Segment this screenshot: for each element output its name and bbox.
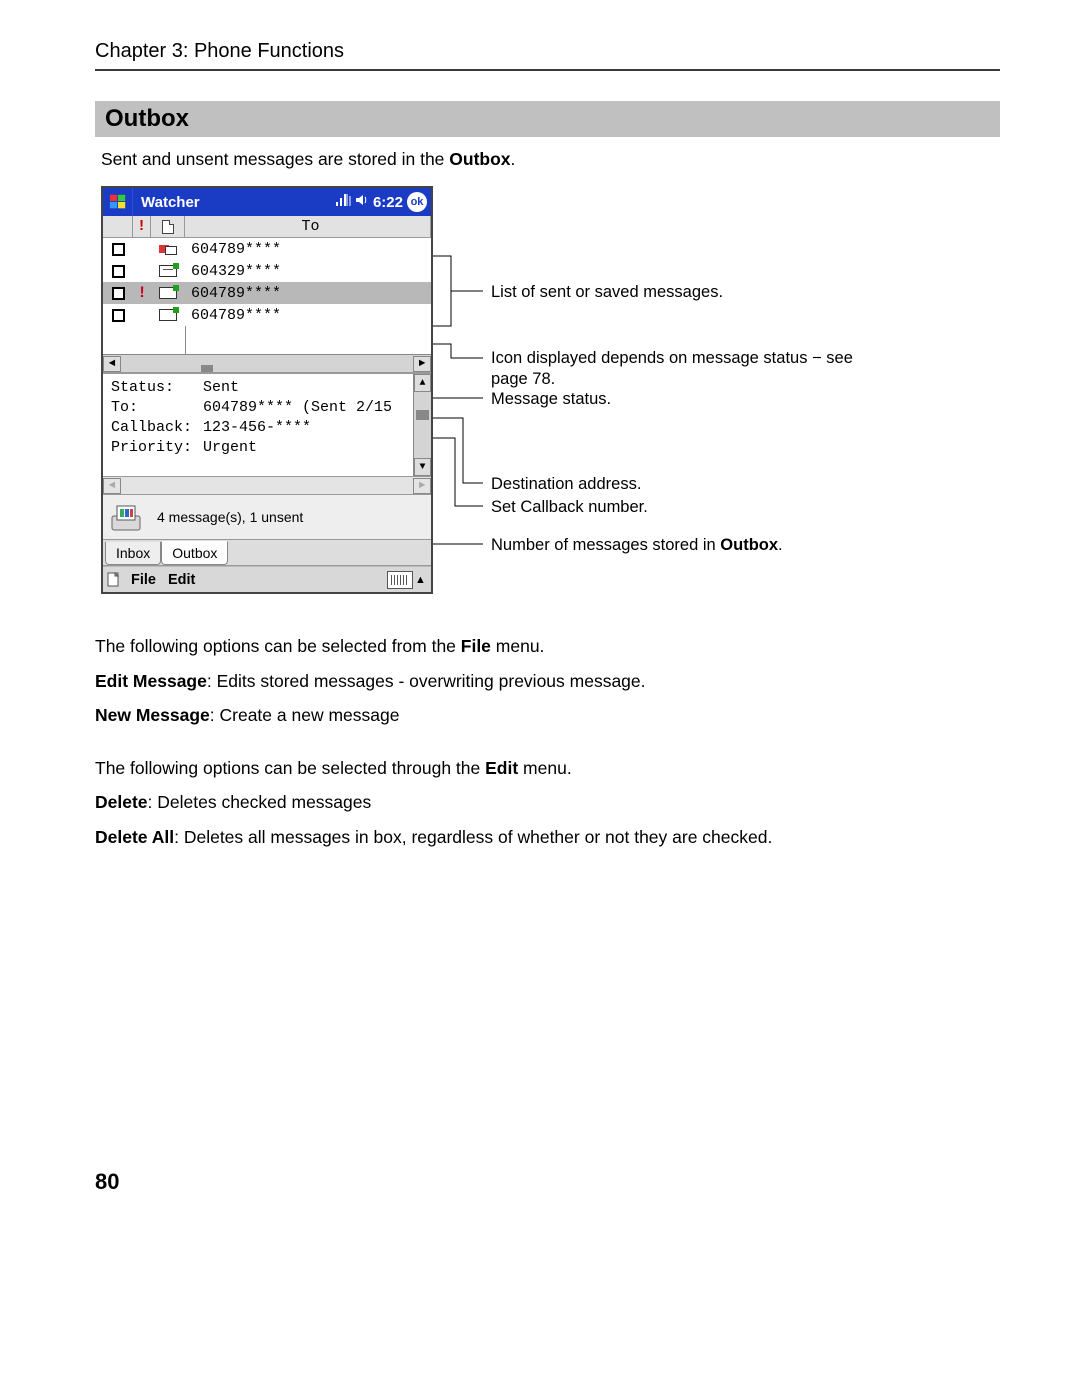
detail-to-value: 604789**** (Sent 2/15 — [203, 399, 431, 416]
message-status-icon — [159, 265, 177, 277]
body-text: The following options can be selected th… — [95, 758, 485, 778]
row-checkbox[interactable] — [112, 309, 125, 322]
body-bold: File — [461, 636, 491, 656]
document-icon — [162, 220, 174, 234]
row-checkbox[interactable] — [112, 265, 125, 278]
callout-text: . — [778, 536, 783, 554]
tab-outbox[interactable]: Outbox — [161, 541, 228, 565]
detail-to-label: To: — [111, 399, 203, 416]
ok-button[interactable]: ok — [407, 192, 427, 212]
detail-pane: Status: Sent To: 604789**** (Sent 2/15 C… — [103, 372, 431, 494]
message-row[interactable]: 604789**** — [103, 304, 431, 326]
menubar: File Edit ▲ — [103, 566, 431, 592]
message-status-icon — [159, 309, 177, 321]
message-row[interactable]: 604329**** — [103, 260, 431, 282]
callout-count: Number of messages stored in Outbox. — [491, 535, 1000, 556]
detail-callback-label: Callback: — [111, 419, 203, 436]
scroll-down-icon[interactable]: ▼ — [414, 458, 431, 476]
body-copy: The following options can be selected fr… — [95, 634, 1000, 849]
body-text: : Edits stored messages - overwriting pr… — [207, 671, 646, 691]
list-spacer — [103, 326, 431, 354]
body-text: : Create a new message — [210, 705, 400, 725]
row-to: 604789**** — [185, 307, 431, 324]
scroll-right-icon: ► — [413, 478, 431, 494]
scroll-right-icon[interactable]: ► — [413, 356, 431, 372]
body-text: : Deletes checked messages — [148, 792, 372, 812]
callout-text: Number of messages stored in — [491, 536, 720, 554]
chapter-header: Chapter 3: Phone Functions — [95, 40, 1000, 71]
signal-icon — [335, 193, 351, 211]
page-number: 80 — [95, 1169, 1000, 1195]
scroll-track[interactable] — [414, 392, 431, 458]
callout-message-status: Message status. — [491, 389, 1000, 410]
row-checkbox[interactable] — [112, 287, 125, 300]
sip-keyboard-icon[interactable] — [387, 571, 413, 589]
col-header-to[interactable]: To — [185, 216, 431, 237]
section-title: Outbox — [105, 105, 189, 132]
row-to: 604789**** — [185, 285, 431, 302]
message-status-icon — [159, 287, 177, 299]
detail-status-label: Status: — [111, 379, 203, 396]
scroll-left-icon[interactable]: ◄ — [103, 356, 121, 372]
message-status-icon — [159, 243, 177, 255]
body-bold: New Message — [95, 705, 210, 725]
detail-callback-value: 123-456-**** — [203, 419, 431, 436]
menu-file[interactable]: File — [125, 572, 162, 588]
message-row[interactable]: 604789**** — [103, 238, 431, 260]
body-text: The following options can be selected fr… — [95, 636, 461, 656]
list-hscrollbar[interactable]: ◄ ► — [103, 354, 431, 372]
row-to: 604789**** — [185, 241, 431, 258]
row-checkbox[interactable] — [112, 243, 125, 256]
callout-bold: Outbox — [720, 536, 778, 554]
body-bold: Delete — [95, 792, 148, 812]
start-flag-icon[interactable] — [103, 188, 133, 216]
new-doc-icon[interactable] — [103, 572, 125, 588]
intro-pre: Sent and unsent messages are stored in t… — [101, 149, 449, 169]
body-text: menu. — [491, 636, 545, 656]
callout-callback: Set Callback number. — [491, 497, 1000, 518]
callout-destination: Destination address. — [491, 474, 1000, 495]
intro-post: . — [511, 149, 516, 169]
summary-bar: 4 message(s), 1 unsent — [103, 494, 431, 540]
section-title-band: Outbox — [95, 101, 1000, 137]
summary-text: 4 message(s), 1 unsent — [157, 509, 303, 525]
list-column-header: ! To — [103, 216, 431, 238]
detail-vscrollbar[interactable]: ▲ ▼ — [413, 374, 431, 476]
detail-hscrollbar: ◄ ► — [103, 476, 431, 494]
outbox-tray-icon — [109, 500, 143, 534]
row-to: 604329**** — [185, 263, 431, 280]
speaker-icon — [355, 193, 369, 211]
titlebar: Watcher 6:22 ok — [103, 188, 431, 216]
app-title: Watcher — [133, 194, 335, 211]
intro-text: Sent and unsent messages are stored in t… — [101, 149, 1000, 170]
callout-text: Icon displayed depends on message status… — [491, 349, 853, 367]
clock-text: 6:22 — [373, 194, 403, 211]
callout-text: page 78. — [491, 370, 555, 388]
scroll-up-icon[interactable]: ▲ — [414, 374, 431, 392]
intro-bold: Outbox — [449, 149, 510, 169]
detail-priority-value: Urgent — [203, 439, 431, 456]
tab-bar: Inbox Outbox — [103, 540, 431, 566]
body-bold: Edit Message — [95, 671, 207, 691]
body-bold: Edit — [485, 758, 518, 778]
menu-up-icon[interactable]: ▲ — [415, 574, 431, 586]
detail-priority-label: Priority: — [111, 439, 203, 456]
message-row[interactable]: ! 604789**** — [103, 282, 431, 304]
tab-inbox[interactable]: Inbox — [105, 542, 161, 565]
col-header-check — [103, 216, 133, 237]
col-header-type-icon — [151, 216, 185, 237]
detail-status-value: Sent — [203, 379, 431, 396]
body-text: menu. — [518, 758, 572, 778]
message-list: 604789**** 604329**** ! 604789**** — [103, 238, 431, 354]
scroll-thumb[interactable] — [416, 410, 429, 420]
callout-icon-status: Icon displayed depends on message status… — [491, 348, 1000, 389]
menu-edit[interactable]: Edit — [162, 572, 201, 588]
scroll-left-icon: ◄ — [103, 478, 121, 494]
body-text: : Deletes all messages in box, regardles… — [174, 827, 772, 847]
device-screenshot: Watcher 6:22 ok ! To — [101, 186, 433, 594]
row-priority: ! — [133, 284, 151, 302]
body-bold: Delete All — [95, 827, 174, 847]
col-header-priority-icon: ! — [133, 216, 151, 237]
callout-list: List of sent or saved messages. — [491, 282, 1000, 303]
